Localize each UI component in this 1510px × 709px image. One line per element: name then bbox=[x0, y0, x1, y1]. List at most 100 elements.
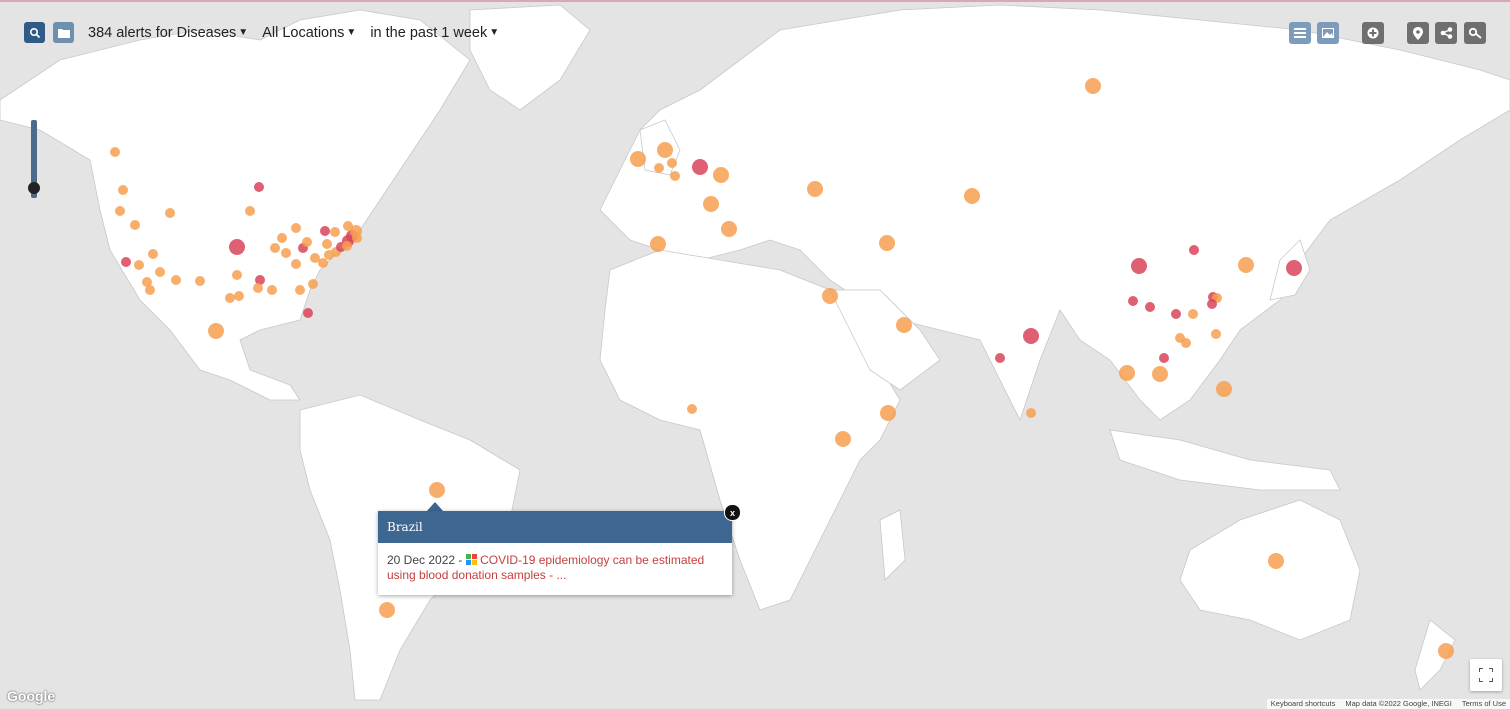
alert-marker[interactable] bbox=[630, 151, 646, 167]
alert-marker[interactable] bbox=[291, 259, 301, 269]
alert-marker[interactable] bbox=[429, 482, 445, 498]
add-icon bbox=[1367, 27, 1379, 39]
alert-marker[interactable] bbox=[134, 260, 144, 270]
alert-marker[interactable] bbox=[245, 206, 255, 216]
image-view-button[interactable] bbox=[1317, 22, 1339, 44]
alert-marker[interactable] bbox=[110, 147, 120, 157]
alert-marker[interactable] bbox=[703, 196, 719, 212]
alert-marker[interactable] bbox=[225, 293, 235, 303]
alert-marker[interactable] bbox=[270, 243, 280, 253]
alert-marker[interactable] bbox=[1286, 260, 1302, 276]
zoom-slider-handle[interactable] bbox=[28, 182, 40, 194]
alert-marker[interactable] bbox=[330, 227, 340, 237]
alert-marker[interactable] bbox=[308, 279, 318, 289]
alert-marker[interactable] bbox=[1189, 245, 1199, 255]
time-range-label: in the past 1 week bbox=[370, 24, 488, 41]
alert-marker[interactable] bbox=[1145, 302, 1155, 312]
alert-marker[interactable] bbox=[195, 276, 205, 286]
alert-marker[interactable] bbox=[1216, 381, 1232, 397]
fullscreen-icon bbox=[1479, 668, 1493, 682]
alert-marker[interactable] bbox=[254, 182, 264, 192]
alert-marker[interactable] bbox=[1211, 329, 1221, 339]
alert-marker[interactable] bbox=[1438, 643, 1454, 659]
alert-marker[interactable] bbox=[654, 163, 664, 173]
alert-marker[interactable] bbox=[303, 308, 313, 318]
alert-marker[interactable] bbox=[379, 602, 395, 618]
time-range-dropdown[interactable]: in the past 1 week ▼ bbox=[370, 25, 499, 41]
alert-marker[interactable] bbox=[1131, 258, 1147, 274]
alert-marker[interactable] bbox=[267, 285, 277, 295]
alert-marker[interactable] bbox=[692, 159, 708, 175]
alert-marker[interactable] bbox=[1238, 257, 1254, 273]
alert-marker[interactable] bbox=[667, 158, 677, 168]
alert-marker[interactable] bbox=[1207, 299, 1217, 309]
alert-marker[interactable] bbox=[318, 258, 328, 268]
terms-link[interactable]: Terms of Use bbox=[1462, 699, 1506, 709]
alert-marker[interactable] bbox=[342, 241, 352, 251]
alert-count-label: 384 alerts for Diseases bbox=[88, 24, 237, 41]
folder-button[interactable] bbox=[53, 22, 74, 43]
alert-marker[interactable] bbox=[208, 323, 224, 339]
alert-marker[interactable] bbox=[320, 226, 330, 236]
alert-marker[interactable] bbox=[148, 249, 158, 259]
alert-marker[interactable] bbox=[670, 171, 680, 181]
location-dropdown[interactable]: All Locations ▼ bbox=[262, 25, 356, 41]
alert-marker[interactable] bbox=[343, 221, 353, 231]
alert-marker[interactable] bbox=[1085, 78, 1101, 94]
share-button[interactable] bbox=[1435, 22, 1457, 44]
alert-marker[interactable] bbox=[713, 167, 729, 183]
alert-marker[interactable] bbox=[232, 270, 242, 280]
alert-marker[interactable] bbox=[302, 237, 312, 247]
alert-marker[interactable] bbox=[281, 248, 291, 258]
keyboard-shortcuts-link[interactable]: Keyboard shortcuts bbox=[1271, 699, 1336, 709]
alert-marker[interactable] bbox=[171, 275, 181, 285]
alert-marker[interactable] bbox=[1119, 365, 1135, 381]
alert-marker[interactable] bbox=[277, 233, 287, 243]
search-button[interactable] bbox=[24, 22, 45, 43]
alert-type-dropdown[interactable]: 384 alerts for Diseases ▼ bbox=[88, 25, 248, 41]
alert-marker[interactable] bbox=[229, 239, 245, 255]
alert-marker[interactable] bbox=[1128, 296, 1138, 306]
alert-marker[interactable] bbox=[879, 235, 895, 251]
alert-marker[interactable] bbox=[650, 236, 666, 252]
alert-marker[interactable] bbox=[880, 405, 896, 421]
alert-marker[interactable] bbox=[165, 208, 175, 218]
alert-marker[interactable] bbox=[1171, 309, 1181, 319]
alert-marker[interactable] bbox=[995, 353, 1005, 363]
alert-marker[interactable] bbox=[822, 288, 838, 304]
alert-marker[interactable] bbox=[352, 233, 362, 243]
alert-marker[interactable] bbox=[155, 267, 165, 277]
alert-marker[interactable] bbox=[835, 431, 851, 447]
alert-marker[interactable] bbox=[322, 239, 332, 249]
alert-marker[interactable] bbox=[721, 221, 737, 237]
alert-marker[interactable] bbox=[1268, 553, 1284, 569]
alert-marker[interactable] bbox=[1181, 338, 1191, 348]
key-button[interactable] bbox=[1464, 22, 1486, 44]
alert-marker[interactable] bbox=[687, 404, 697, 414]
alert-marker[interactable] bbox=[121, 257, 131, 267]
location-pin-group bbox=[1407, 22, 1429, 44]
close-popup-button[interactable]: x bbox=[724, 504, 741, 521]
alert-marker[interactable] bbox=[964, 188, 980, 204]
alert-marker[interactable] bbox=[118, 185, 128, 195]
alert-marker[interactable] bbox=[1023, 328, 1039, 344]
list-view-button[interactable] bbox=[1289, 22, 1311, 44]
alert-marker[interactable] bbox=[1159, 353, 1169, 363]
alert-marker[interactable] bbox=[145, 285, 155, 295]
alert-marker[interactable] bbox=[1026, 408, 1036, 418]
alert-marker[interactable] bbox=[657, 142, 673, 158]
alert-marker[interactable] bbox=[295, 285, 305, 295]
fullscreen-button[interactable] bbox=[1470, 659, 1502, 691]
alert-marker[interactable] bbox=[807, 181, 823, 197]
location-pin-button[interactable] bbox=[1407, 22, 1429, 44]
alert-marker[interactable] bbox=[291, 223, 301, 233]
alert-marker[interactable] bbox=[896, 317, 912, 333]
alert-marker[interactable] bbox=[1152, 366, 1168, 382]
alert-marker[interactable] bbox=[253, 283, 263, 293]
add-button[interactable] bbox=[1362, 22, 1384, 44]
alert-marker[interactable] bbox=[115, 206, 125, 216]
world-map[interactable] bbox=[0, 0, 1510, 709]
alert-marker[interactable] bbox=[130, 220, 140, 230]
alert-marker[interactable] bbox=[234, 291, 244, 301]
alert-marker[interactable] bbox=[1188, 309, 1198, 319]
